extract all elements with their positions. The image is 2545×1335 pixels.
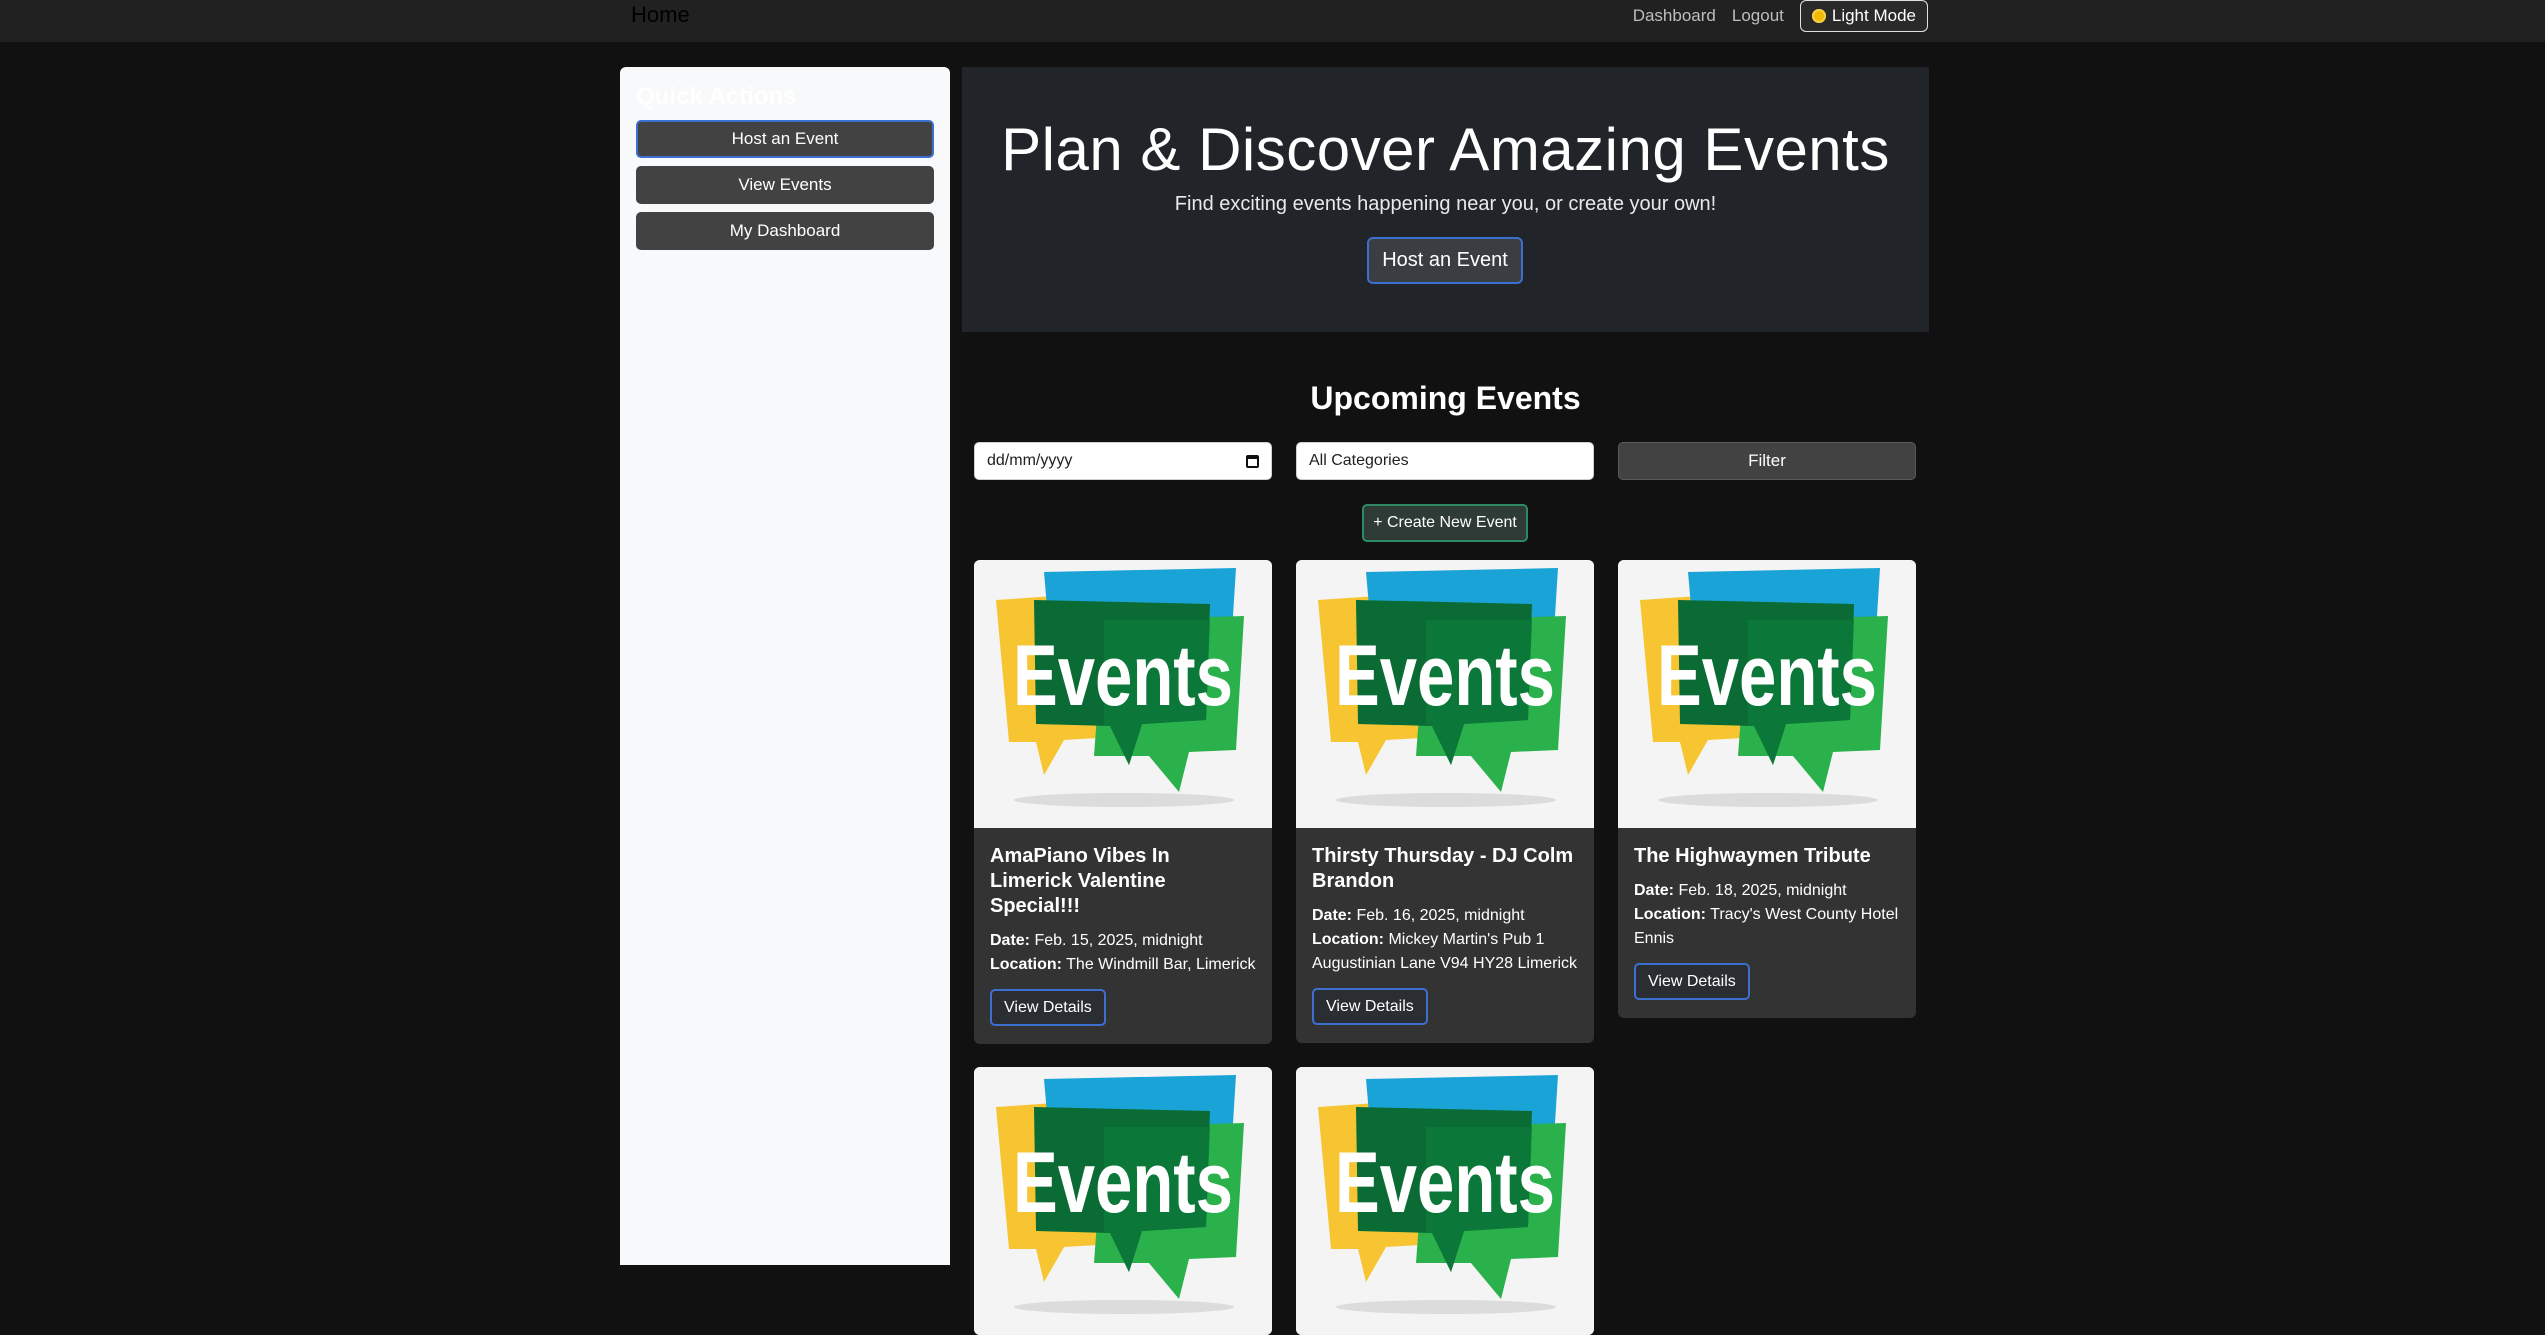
event-date-value: Feb. 15, 2025, midnight [1034,932,1203,949]
event-date: Date: Feb. 16, 2025, midnight [1312,904,1578,928]
sun-icon [1811,9,1826,23]
sidebar-host-event-button[interactable]: Host an Event [636,120,934,158]
home-link[interactable]: Home [631,2,690,28]
event-title: AmaPiano Vibes In Limerick Valentine Spe… [990,845,1170,917]
sidebar-my-dashboard-button[interactable]: My Dashboard [636,212,934,250]
date-filter-input[interactable]: dd/mm/yyyy [974,442,1272,480]
category-select[interactable]: All Categories [1296,442,1594,480]
logout-link[interactable]: Logout [1732,6,1784,26]
event-card [974,1067,1272,1335]
location-label: Location: [1312,931,1384,948]
category-selected: All Categories [1309,452,1409,469]
events-logo-image [1296,560,1594,828]
date-label: Date: [1634,882,1675,899]
sidebar-view-events-button[interactable]: View Events [636,166,934,204]
event-image [1296,1067,1594,1335]
event-card-body: AmaPiano Vibes In Limerick Valentine Spe… [974,828,1272,1044]
events-logo-image [1618,560,1916,828]
event-card: Thirsty Thursday - DJ Colm Brandon Date: … [1296,560,1594,1043]
dashboard-link[interactable]: Dashboard [1633,6,1716,26]
event-image [1618,560,1916,828]
quick-actions-sidebar: Quick Actions Host an Event View Events … [620,67,950,1265]
date-label: Date: [990,932,1031,949]
event-date-value: Feb. 16, 2025, midnight [1356,907,1525,924]
event-title: The Highwaymen Tribute [1634,845,1871,867]
event-date: Date: Feb. 18, 2025, midnight [1634,879,1900,903]
top-navbar: Home Dashboard Logout Light Mode [0,0,2545,42]
location-label: Location: [990,956,1062,973]
event-date: Date: Feb. 15, 2025, midnight [990,929,1256,953]
date-label: Date: [1312,907,1353,924]
upcoming-events-title: Upcoming Events [1310,380,1581,416]
hero-subtitle: Find exciting events happening near you,… [1174,193,1717,215]
event-card: The Highwaymen Tribute Date: Feb. 18, 202… [1618,560,1916,1018]
event-image [1296,560,1594,828]
light-mode-label: Light Mode [1831,6,1916,25]
view-details-button[interactable]: View Details [1312,988,1428,1025]
event-title: Thirsty Thursday - DJ Colm Brandon [1312,845,1574,892]
view-details-button[interactable]: View Details [1634,963,1750,1000]
hero-host-event-button[interactable]: Host an Event [1367,237,1523,284]
nav-links: Dashboard Logout Light Mode [1633,0,1928,32]
event-location: Location: The Windmill Bar, Limerick [990,953,1256,977]
calendar-icon[interactable] [1246,454,1259,468]
event-card-body: Thirsty Thursday - DJ Colm Brandon Date: … [1296,828,1594,1043]
date-placeholder: dd/mm/yyyy [987,452,1073,469]
events-logo-image [1296,1067,1594,1335]
sidebar-title: Quick Actions [636,83,797,110]
event-date-value: Feb. 18, 2025, midnight [1678,882,1847,899]
event-location-value: The Windmill Bar, Limerick [1066,956,1256,973]
light-mode-button[interactable]: Light Mode [1799,0,1928,32]
hero-banner: Plan & Discover Amazing Events Find exci… [962,67,1929,332]
events-logo-image [974,1067,1272,1335]
event-image [974,1067,1272,1335]
view-details-button[interactable]: View Details [990,989,1106,1026]
event-image [974,560,1272,828]
create-new-event-button[interactable]: + Create New Event [1362,504,1528,542]
events-logo-image [974,560,1272,828]
event-location: Location: Tracy's West County Hotel Enni… [1634,903,1900,951]
event-location: Location: Mickey Martin's Pub 1 Augustin… [1312,928,1578,976]
hero-title: Plan & Discover Amazing Events [1001,116,1890,183]
event-card: AmaPiano Vibes In Limerick Valentine Spe… [974,560,1272,1044]
location-label: Location: [1634,906,1706,923]
event-card-body: The Highwaymen Tribute Date: Feb. 18, 202… [1618,828,1916,1018]
filter-button[interactable]: Filter [1618,442,1916,480]
event-card [1296,1067,1594,1335]
